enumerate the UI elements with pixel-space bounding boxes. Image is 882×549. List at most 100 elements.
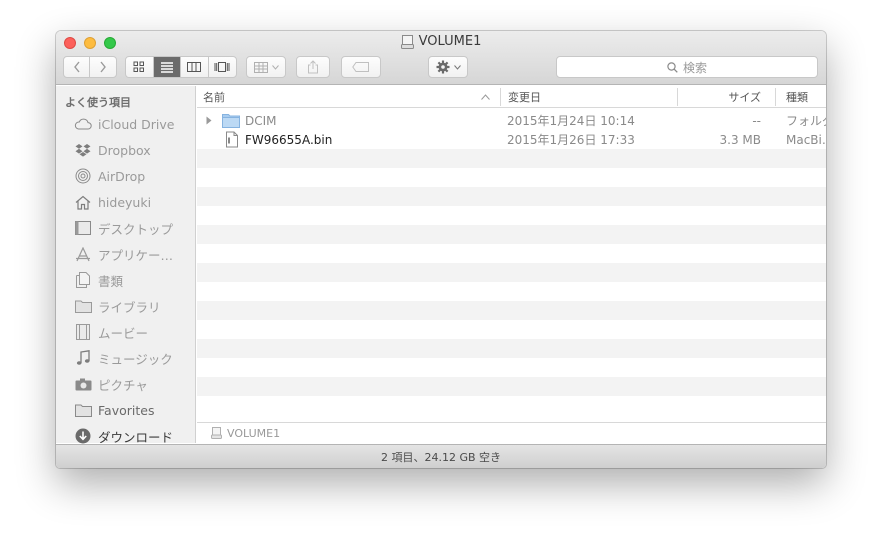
drive-icon bbox=[400, 34, 414, 49]
arrange-button[interactable] bbox=[246, 56, 286, 78]
empty-row bbox=[197, 377, 826, 396]
window-title-text: VOLUME1 bbox=[418, 34, 482, 49]
empty-row bbox=[197, 282, 826, 301]
column-divider[interactable] bbox=[775, 88, 776, 106]
column-name-label: 名前 bbox=[203, 91, 225, 104]
sidebar-item-label: アプリケー… bbox=[98, 247, 174, 263]
sidebar-item-airdrop[interactable]: AirDrop bbox=[56, 164, 196, 188]
empty-row bbox=[197, 244, 826, 263]
nav-buttons bbox=[63, 56, 117, 78]
search-placeholder: 検索 bbox=[682, 60, 707, 75]
finder-window: VOLUME1 検索 よく使う項目 iCloud Drive Dropbox A… bbox=[56, 31, 826, 468]
sidebar-item-library[interactable]: ライブラリ bbox=[56, 294, 196, 318]
sidebar-item-label: デスクトップ bbox=[98, 221, 174, 237]
desktop-icon bbox=[74, 219, 92, 237]
airdrop-icon bbox=[74, 167, 92, 185]
empty-row bbox=[197, 168, 826, 187]
list-view-button[interactable] bbox=[153, 57, 181, 77]
empty-row bbox=[197, 320, 826, 339]
sidebar-item-favorites[interactable]: Favorites bbox=[56, 398, 196, 422]
titlebar: VOLUME1 検索 bbox=[56, 31, 826, 85]
sidebar-item-label: ライブラリ bbox=[98, 299, 161, 315]
sort-ascending-icon bbox=[481, 94, 490, 100]
column-kind-header[interactable]: 種類 bbox=[780, 86, 826, 108]
documents-icon bbox=[74, 271, 92, 289]
column-size-label: サイズ bbox=[728, 91, 761, 104]
sidebar-item-label: hideyuki bbox=[98, 194, 152, 210]
applications-icon bbox=[74, 245, 92, 263]
drive-icon bbox=[211, 427, 222, 439]
search-field[interactable]: 検索 bbox=[556, 56, 818, 78]
sidebar-item-applications[interactable]: アプリケー… bbox=[56, 242, 196, 266]
back-button[interactable] bbox=[64, 57, 91, 77]
path-bar: VOLUME1 bbox=[197, 422, 826, 443]
search-icon bbox=[667, 61, 678, 73]
column-kind-label: 種類 bbox=[786, 91, 808, 104]
sidebar-item-label: Dropbox bbox=[98, 142, 151, 158]
file-kind: MacBi… bbox=[786, 132, 826, 147]
icon-view-button[interactable] bbox=[126, 57, 154, 77]
empty-row bbox=[197, 263, 826, 282]
file-kind: フォルダ bbox=[786, 114, 826, 128]
empty-row bbox=[197, 149, 826, 168]
sidebar-item-documents[interactable]: 書類 bbox=[56, 268, 196, 292]
sidebar-item-label: ムービー bbox=[98, 325, 149, 341]
empty-row bbox=[197, 339, 826, 358]
chevron-left-icon bbox=[73, 61, 80, 73]
sidebar-heading: よく使う項目 bbox=[65, 96, 131, 109]
home-icon bbox=[74, 193, 92, 211]
sidebar-item-label: ピクチャ bbox=[98, 377, 148, 393]
downloads-icon bbox=[74, 427, 92, 445]
chevron-down-icon bbox=[453, 64, 461, 70]
empty-row bbox=[197, 187, 826, 206]
sidebar-item-dropbox[interactable]: Dropbox bbox=[56, 138, 196, 162]
empty-row bbox=[197, 225, 826, 244]
forward-button[interactable] bbox=[90, 57, 116, 77]
sidebar-item-label: iCloud Drive bbox=[98, 116, 175, 132]
status-bar: 2 項目、24.12 GB 空き bbox=[56, 444, 826, 468]
coverflow-view-icon bbox=[214, 62, 230, 72]
sidebar-item-icloud-drive[interactable]: iCloud Drive bbox=[56, 112, 196, 136]
table-row[interactable]: FW96655A.bin 2015年1月26日 17:33 3.3 MB Mac… bbox=[197, 130, 826, 149]
table-row[interactable]: DCIM 2015年1月24日 10:14 -- フォルダ bbox=[197, 111, 826, 130]
arrange-icon bbox=[253, 61, 268, 73]
window-title: VOLUME1 bbox=[56, 34, 826, 49]
sidebar: よく使う項目 iCloud Drive Dropbox AirDrop hide… bbox=[56, 86, 196, 445]
view-mode-control bbox=[125, 56, 237, 78]
column-view-button[interactable] bbox=[181, 57, 209, 77]
sidebar-item-pictures[interactable]: ピクチャ bbox=[56, 372, 196, 396]
path-bar-item[interactable]: VOLUME1 bbox=[227, 427, 280, 440]
file-modified: 2015年1月26日 17:33 bbox=[507, 133, 635, 147]
cloud-icon bbox=[74, 115, 92, 133]
column-header: 名前 変更日 サイズ 種類 bbox=[197, 86, 826, 108]
sidebar-item-label: AirDrop bbox=[98, 168, 146, 184]
folder-icon bbox=[74, 401, 92, 419]
tag-icon bbox=[352, 62, 369, 72]
coverflow-view-button[interactable] bbox=[209, 57, 236, 77]
sidebar-item-desktop[interactable]: デスクトップ bbox=[56, 216, 196, 240]
chevron-right-icon bbox=[100, 61, 106, 73]
sidebar-item-label: Favorites bbox=[98, 402, 155, 418]
share-button[interactable] bbox=[296, 56, 330, 78]
file-modified: 2015年1月24日 10:14 bbox=[507, 114, 635, 128]
empty-row bbox=[197, 206, 826, 225]
file-size: 3.3 MB bbox=[719, 132, 761, 147]
column-divider[interactable] bbox=[500, 88, 501, 106]
music-icon bbox=[74, 349, 92, 367]
tags-button[interactable] bbox=[341, 56, 381, 78]
icon-view-icon bbox=[133, 61, 145, 72]
column-name-header[interactable]: 名前 bbox=[197, 86, 503, 108]
column-modified-header[interactable]: 変更日 bbox=[502, 86, 677, 108]
gear-icon bbox=[436, 60, 449, 74]
column-size-header[interactable]: サイズ bbox=[678, 86, 775, 108]
action-button[interactable] bbox=[428, 56, 468, 78]
file-list: 名前 変更日 サイズ 種類 DCIM 2015年1月24日 10:14 -- フ… bbox=[197, 86, 826, 443]
sidebar-item-home[interactable]: hideyuki bbox=[56, 190, 196, 214]
sidebar-item-label: ミュージック bbox=[98, 351, 173, 367]
empty-row bbox=[197, 358, 826, 377]
sidebar-item-label: ダウンロード bbox=[98, 429, 174, 445]
sidebar-item-movies[interactable]: ムービー bbox=[56, 320, 196, 344]
disclosure-triangle-icon[interactable] bbox=[206, 116, 212, 125]
share-icon bbox=[308, 60, 318, 74]
sidebar-item-music[interactable]: ミュージック bbox=[56, 346, 196, 370]
